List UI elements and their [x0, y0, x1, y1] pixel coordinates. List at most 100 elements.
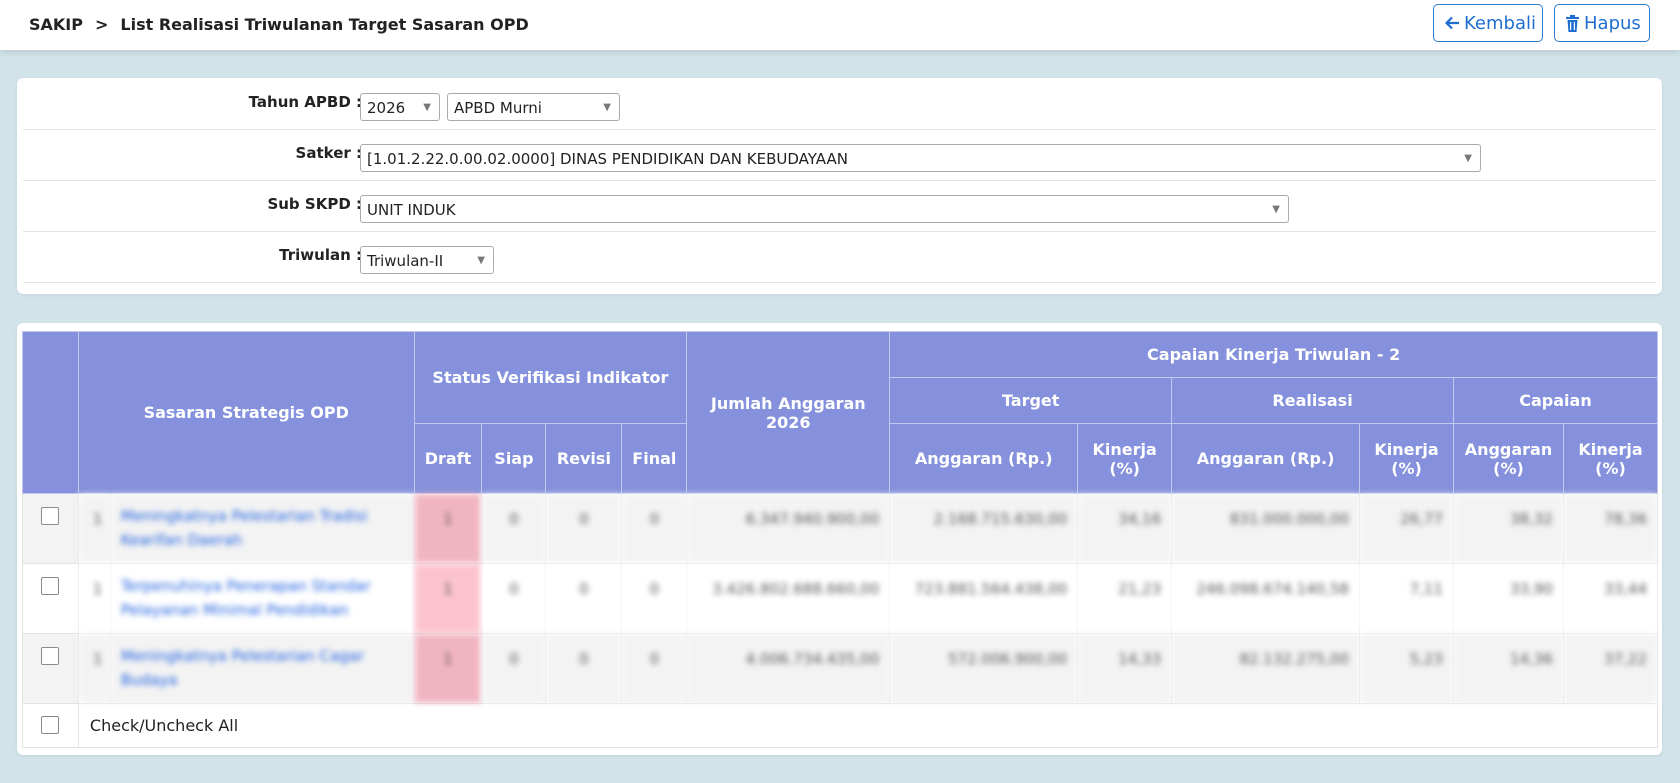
check-all-checkbox[interactable]: [41, 716, 60, 734]
revisi-count: 0: [545, 563, 623, 634]
back-button[interactable]: Kembali: [1433, 4, 1543, 42]
row-checkbox[interactable]: [41, 507, 60, 525]
revisi-count: 0: [545, 633, 623, 704]
subskpd-select[interactable]: UNIT INDUK ▼: [360, 195, 1289, 223]
filter-row-triwulan: Triwulan : Triwulan-II ▼: [23, 231, 1656, 283]
row-checkbox[interactable]: [41, 577, 60, 595]
header-siap: Siap: [481, 423, 547, 494]
header-realisasi: Realisasi: [1171, 377, 1454, 424]
arrow-left-icon: [1444, 15, 1460, 31]
triwulan-select[interactable]: Triwulan-II ▼: [360, 246, 494, 274]
chevron-down-icon: ▼: [1464, 153, 1472, 164]
breadcrumb-separator: >: [94, 15, 109, 34]
top-bar: SAKIP > List Realisasi Triwulanan Target S…: [0, 0, 1680, 50]
tahun-label: Tahun APBD :: [248, 93, 362, 111]
target-anggaran: 723.881.564.438,00: [889, 563, 1079, 634]
header-sasaran: Sasaran Strategis OPD: [77, 331, 415, 494]
filter-row-subskpd: Sub SKPD : UNIT INDUK ▼: [23, 180, 1656, 232]
realisasi-anggaran: 831.000.000,00: [1171, 493, 1361, 564]
satker-select[interactable]: [1.01.2.22.0.00.02.0000] DINAS PENDIDIKA…: [360, 144, 1481, 172]
sasaran-link[interactable]: Meningkatnya Pelestarian Tradisi Kearifa…: [109, 493, 415, 564]
siap-count: 0: [481, 493, 547, 564]
filter-row-tahun: Tahun APBD : 2026 ▼ APBD Murni ▼: [23, 78, 1656, 130]
breadcrumb: SAKIP > List Realisasi Triwulanan Target S…: [29, 15, 529, 34]
header-target-anggaran: Anggaran (Rp.): [889, 423, 1079, 494]
check-all-checkbox-cell: [22, 703, 79, 748]
tahun-select-value: 2026: [367, 99, 406, 117]
delete-button-label: Hapus: [1584, 12, 1641, 34]
satker-select-value: [1.01.2.22.0.00.02.0000] DINAS PENDIDIKA…: [367, 150, 848, 168]
target-anggaran: 2.168.715.630,00: [889, 493, 1079, 564]
realisasi-kinerja: 7,11: [1359, 563, 1454, 634]
draft-count: 1: [413, 563, 483, 634]
header-capaian-kinerja: Capaian Kinerja Triwulan - 2: [889, 331, 1658, 378]
realisasi-anggaran: 82.132.275,00: [1171, 633, 1361, 704]
final-count: 0: [621, 563, 688, 634]
header-capaian-kinerja-pct: Kinerja (%): [1562, 423, 1659, 494]
header-revisi: Revisi: [545, 423, 623, 494]
realisasi-kinerja: 26,77: [1359, 493, 1454, 564]
target-anggaran: 572.006.900,00: [889, 633, 1079, 704]
row-number: 1: [77, 493, 111, 564]
capaian-kinerja: 37,22: [1562, 633, 1659, 704]
satker-label: Satker :: [295, 144, 362, 162]
capaian-anggaran: 14,36: [1453, 633, 1564, 704]
header-capaian-anggaran: Anggaran (%): [1453, 423, 1564, 494]
realisasi-anggaran: 246.098.674.140,58: [1171, 563, 1361, 634]
sasaran-link[interactable]: Meningkatnya Pelestarian Cagar Budaya: [109, 633, 415, 704]
row-checkbox-cell: [22, 633, 79, 704]
realisasi-table: Sasaran Strategis OPD Status Verifikasi …: [22, 331, 1659, 748]
filter-row-satker: Satker : [1.01.2.22.0.00.02.0000] DINAS …: [23, 129, 1656, 181]
row-checkbox[interactable]: [41, 647, 60, 665]
target-kinerja: 14,33: [1077, 633, 1173, 704]
filter-panel: Tahun APBD : 2026 ▼ APBD Murni ▼ Satker : …: [17, 78, 1662, 294]
subskpd-label: Sub SKPD :: [267, 195, 362, 213]
header-final: Final: [621, 423, 688, 494]
jumlah-anggaran: 6.347.940.900,00: [686, 493, 891, 564]
header-target-kinerja: Kinerja (%): [1077, 423, 1173, 494]
chevron-down-icon: ▼: [477, 255, 485, 266]
final-count: 0: [621, 633, 688, 704]
siap-count: 0: [481, 563, 547, 634]
header-jumlah-anggaran: Jumlah Anggaran 2026: [686, 331, 891, 494]
revisi-count: 0: [545, 493, 623, 564]
target-kinerja: 21,23: [1077, 563, 1173, 634]
header-status-verifikasi: Status Verifikasi Indikator: [413, 331, 688, 424]
triwulan-select-value: Triwulan-II: [367, 252, 444, 270]
sasaran-link[interactable]: Terpenuhinya Penerapan Standar Pelayanan…: [109, 563, 415, 634]
back-button-label: Kembali: [1464, 12, 1536, 34]
delete-button[interactable]: Hapus: [1554, 4, 1650, 42]
row-checkbox-cell: [22, 563, 79, 634]
draft-count: 1: [413, 493, 483, 564]
row-number: 1: [77, 633, 111, 704]
capaian-kinerja: 33,44: [1562, 563, 1659, 634]
tahun-select[interactable]: 2026 ▼: [360, 93, 440, 121]
page-title: List Realisasi Triwulanan Target Sasaran…: [120, 15, 529, 34]
table-row: 1 Meningkatnya Pelestarian Cagar Budaya …: [22, 633, 1659, 704]
apbd-select-value: APBD Murni: [454, 99, 542, 117]
triwulan-label: Triwulan :: [279, 246, 362, 264]
capaian-anggaran: 33,90: [1453, 563, 1564, 634]
realisasi-kinerja: 5,23: [1359, 633, 1454, 704]
target-kinerja: 34,16: [1077, 493, 1173, 564]
capaian-anggaran: 38,32: [1453, 493, 1564, 564]
header-draft: Draft: [413, 423, 483, 494]
header-realisasi-kinerja: Kinerja (%): [1359, 423, 1454, 494]
draft-count: 1: [413, 633, 483, 704]
chevron-down-icon: ▼: [603, 102, 611, 113]
row-number: 1: [77, 563, 111, 634]
final-count: 0: [621, 493, 688, 564]
row-checkbox-cell: [22, 493, 79, 564]
table-row: 1 Terpenuhinya Penerapan Standar Pelayan…: [22, 563, 1659, 634]
header-capaian: Capaian: [1453, 377, 1658, 424]
header-target: Target: [889, 377, 1173, 424]
table-panel: Sasaran Strategis OPD Status Verifikasi …: [17, 323, 1662, 755]
breadcrumb-app[interactable]: SAKIP: [29, 15, 83, 34]
chevron-down-icon: ▼: [1272, 204, 1280, 215]
apbd-select[interactable]: APBD Murni ▼: [447, 93, 620, 121]
subskpd-select-value: UNIT INDUK: [367, 201, 456, 219]
table-row: 1 Meningkatnya Pelestarian Tradisi Keari…: [22, 493, 1659, 564]
check-all-row: Check/Uncheck All: [22, 703, 1659, 748]
siap-count: 0: [481, 633, 547, 704]
check-all-label[interactable]: Check/Uncheck All: [77, 703, 1659, 748]
